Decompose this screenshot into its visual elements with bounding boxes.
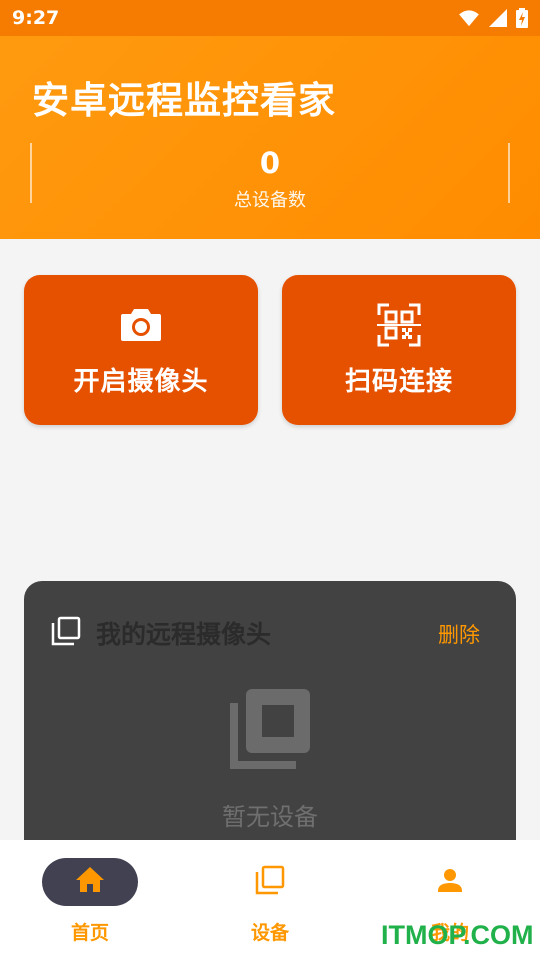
system-icons [458,8,528,28]
nav-item-devices[interactable]: 设备 [180,840,360,960]
open-camera-button[interactable]: 开启摄像头 [24,275,258,425]
scan-connect-button[interactable]: 扫码连接 [282,275,516,425]
wifi-icon [459,10,479,27]
my-cameras-panel: 我的远程摄像头 删除 暂无设备 [24,581,516,881]
nav-label-devices: 设备 [250,922,289,944]
my-cameras-title: 我的远程摄像头 [96,620,272,649]
nav-item-home[interactable]: 首页 [0,840,180,960]
signal-icon [489,9,507,27]
status-time: 9:27 [12,7,60,29]
open-camera-label: 开启摄像头 [73,366,209,397]
devices-icon [255,865,285,895]
camera-icon [121,308,161,341]
scan-connect-label: 扫码连接 [344,366,453,397]
empty-library-icon [230,689,310,769]
app-header: 安卓远程监控看家 0 总设备数 [0,36,540,239]
nav-label-home: 首页 [70,922,109,944]
qr-scan-icon [377,303,421,346]
library-icon [51,616,81,646]
app-screen: 9:27 安卓远程监控看家 0 总设备数 开启摄像头 扫码连接 我的远程摄像头 … [0,0,540,960]
home-icon [76,867,104,892]
status-bar: 9:27 [0,0,540,36]
device-count-value: 0 [259,146,281,180]
empty-state-text: 暂无设备 [222,803,318,831]
delete-button[interactable]: 删除 [438,619,480,649]
device-count-label: 总设备数 [234,190,306,211]
app-title: 安卓远程监控看家 [32,79,336,122]
battery-icon [516,8,528,28]
person-icon [438,869,462,892]
watermark-logo: ITMOP.COM [381,920,534,950]
